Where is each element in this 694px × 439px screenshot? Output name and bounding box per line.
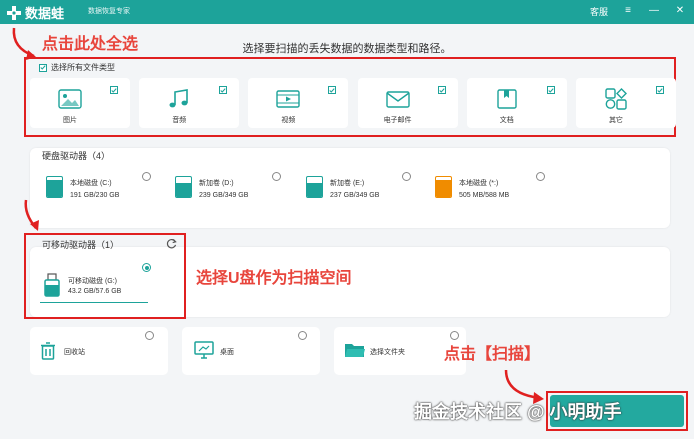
select-all-checkbox[interactable]: 选择所有文件类型 — [39, 62, 115, 73]
annotation-click-scan: 点击【扫描】 — [444, 346, 541, 363]
drive-name: 新加卷 (D:) — [199, 180, 234, 187]
removable-title: 可移动驱动器（1） — [42, 240, 120, 250]
drive-icon — [435, 176, 452, 198]
selected-underline — [40, 302, 148, 303]
file-type-label: 其它 — [608, 117, 623, 124]
checkbox-icon[interactable] — [546, 86, 555, 94]
image-icon — [58, 89, 82, 109]
drive-name: 可移动磁盘 (G:) — [68, 278, 117, 285]
minimize-icon[interactable]: — — [648, 4, 660, 18]
drive-usage-fill — [307, 183, 322, 197]
file-type-audio[interactable]: 音频 — [139, 78, 240, 128]
title-bar: 数据蛙 数据恢复专家 客服 ≡ — ✕ — [0, 0, 694, 24]
checkbox-icon — [39, 63, 47, 72]
drive-size: 237 GB/349 GB — [330, 192, 380, 199]
location-label: 回收站 — [64, 349, 85, 356]
checkbox-icon[interactable] — [219, 86, 228, 94]
drive-icon — [46, 176, 63, 198]
hard-drive-title: 硬盘驱动器（4） — [42, 151, 111, 161]
location-desktop-radio[interactable] — [298, 331, 307, 340]
drive-icon — [175, 176, 192, 198]
file-type-label: 电子邮件 — [383, 117, 412, 124]
video-icon — [276, 90, 301, 108]
instruction-text: 选择要扫描的丢失数据的数据类型和路径。 — [242, 43, 452, 55]
file-type-document[interactable]: 文档 — [466, 78, 567, 128]
drive-size: 505 MB/588 MB — [459, 192, 510, 199]
drive-size: 43.2 GB/57.6 GB — [68, 288, 122, 295]
location-label: 桌面 — [220, 349, 234, 356]
location-label: 选择文件夹 — [370, 349, 405, 356]
drive-e[interactable]: 新加卷 (E:) 237 GB/349 GB — [306, 170, 416, 210]
checkbox-icon[interactable] — [437, 86, 446, 94]
app-subtitle: 数据恢复专家 — [88, 8, 130, 15]
file-type-label: 音频 — [172, 117, 187, 124]
drive-size: 239 GB/349 GB — [199, 192, 249, 199]
email-icon — [385, 91, 410, 108]
document-icon — [497, 89, 517, 109]
drive-size: 191 GB/230 GB — [70, 192, 120, 199]
customer-service-link[interactable]: 客服 — [590, 5, 608, 18]
file-type-image[interactable]: 图片 — [30, 78, 130, 128]
file-type-label: 视频 — [281, 117, 296, 124]
file-type-list: 图片 音频 视频 电子邮件 文档 其它 — [30, 78, 676, 130]
file-type-video[interactable]: 视频 — [248, 78, 349, 128]
refresh-icon[interactable] — [166, 238, 177, 249]
app-logo: 数据蛙 — [6, 3, 64, 22]
drive-name: 本地磁盘 (*:) — [459, 180, 499, 187]
music-icon — [169, 89, 188, 108]
logo-icon — [6, 5, 22, 21]
drive-star[interactable]: 本地磁盘 (*:) 505 MB/588 MB — [435, 170, 545, 210]
app-name: 数据蛙 — [25, 6, 65, 21]
drive-usage-fill — [176, 183, 191, 197]
drive-c-radio[interactable] — [142, 172, 151, 181]
folder-icon — [345, 344, 365, 357]
watermark-text: 掘金技术社区 @ 小明助手 — [414, 402, 622, 422]
drive-c[interactable]: 本地磁盘 (C:) 191 GB/230 GB — [46, 170, 156, 210]
drive-e-radio[interactable] — [402, 172, 411, 181]
menu-icon[interactable]: ≡ — [622, 4, 634, 18]
drive-usage-fill — [436, 179, 451, 197]
drive-name: 新加卷 (E:) — [330, 180, 365, 187]
drive-g-radio[interactable] — [142, 263, 151, 272]
location-folder-radio[interactable] — [450, 331, 459, 340]
checkbox-icon[interactable] — [110, 86, 118, 94]
arrow-annotation-usb — [24, 199, 39, 231]
drive-star-radio[interactable] — [536, 172, 545, 181]
drive-usage-fill — [47, 180, 62, 197]
desktop-icon — [194, 341, 214, 359]
drive-name: 本地磁盘 (C:) — [70, 180, 112, 187]
drive-g[interactable]: 可移动磁盘 (G:) 43.2 GB/57.6 GB — [40, 269, 150, 309]
select-all-label: 选择所有文件类型 — [51, 63, 115, 72]
other-icon — [605, 88, 627, 110]
checkbox-icon[interactable] — [655, 86, 664, 94]
file-type-email[interactable]: 电子邮件 — [357, 78, 458, 128]
annotation-select-usb: 选择U盘作为扫描空间 — [196, 270, 352, 287]
location-recycle-radio[interactable] — [145, 331, 154, 340]
drive-d-radio[interactable] — [272, 172, 281, 181]
file-type-other[interactable]: 其它 — [575, 78, 676, 128]
close-icon[interactable]: ✕ — [674, 4, 686, 18]
drive-d[interactable]: 新加卷 (D:) 239 GB/349 GB — [175, 170, 285, 210]
drive-icon — [306, 176, 323, 198]
checkbox-icon[interactable] — [328, 86, 337, 94]
usb-drive-icon — [42, 273, 62, 297]
file-type-label: 图片 — [63, 117, 77, 124]
trash-icon — [41, 342, 55, 360]
file-type-label: 文档 — [499, 117, 514, 124]
